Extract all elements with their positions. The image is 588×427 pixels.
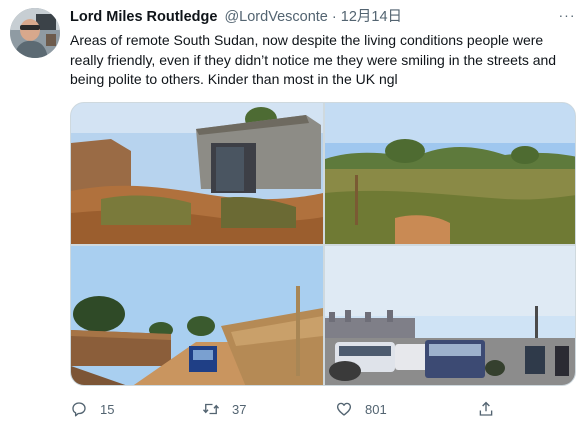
action-bar: 15 37 801 — [70, 398, 500, 420]
reply-icon — [72, 402, 86, 417]
retweet-button[interactable]: 37 — [202, 398, 246, 420]
tweet[interactable]: Lord Miles Routledge @LordVesconte · 12月… — [0, 0, 588, 427]
author-handle[interactable]: @LordVesconte — [224, 9, 327, 25]
tweet-header: Lord Miles Routledge @LordVesconte · 12月… — [70, 8, 402, 26]
reply-count: 15 — [100, 401, 115, 417]
author-name[interactable]: Lord Miles Routledge — [70, 9, 217, 25]
photo-field[interactable] — [325, 103, 575, 244]
media-grid — [70, 102, 576, 386]
retweet-count: 37 — [232, 401, 247, 417]
tweet-text: Areas of remote South Sudan, now despite… — [70, 32, 557, 87]
more-icon[interactable]: ··· — [556, 6, 578, 24]
retweet-icon — [202, 403, 220, 415]
photo-shack[interactable] — [71, 103, 323, 244]
share-button[interactable] — [477, 398, 495, 420]
photo-road[interactable] — [71, 246, 323, 385]
separator-dot: · — [331, 9, 337, 25]
share-icon — [479, 401, 493, 416]
heart-icon — [336, 402, 352, 416]
reply-button[interactable]: 15 — [70, 398, 114, 420]
avatar[interactable] — [10, 8, 60, 58]
photo-street-traffic[interactable] — [325, 246, 575, 385]
like-button[interactable]: 801 — [335, 398, 387, 420]
like-count: 801 — [365, 401, 387, 417]
timestamp[interactable]: 12月14日 — [341, 9, 402, 25]
